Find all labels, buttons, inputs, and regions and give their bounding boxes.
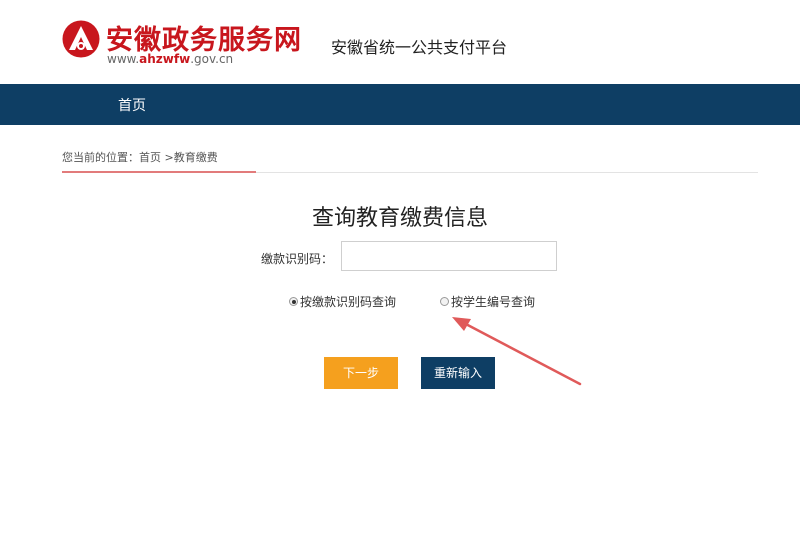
site-url: www.ahzwfw.gov.cn (107, 52, 233, 66)
radio-label: 按缴款识别码查询 (300, 295, 397, 309)
radio-dot-selected[interactable] (289, 297, 298, 306)
nav-home-link[interactable]: 首页 (118, 95, 146, 115)
payment-code-input[interactable] (341, 241, 557, 271)
url-bold: ahzwfw (139, 52, 191, 66)
url-suffix: .gov.cn (190, 52, 234, 66)
code-label: 缴款识别码： (261, 252, 334, 266)
main-nav: 首页 (0, 84, 800, 125)
reset-button[interactable]: 重新输入 (421, 357, 495, 389)
next-step-button[interactable]: 下一步 (324, 357, 398, 389)
site-header: 安徽政务服务网 www.ahzwfw.gov.cn 安徽省统一公共支付平台 (0, 0, 800, 84)
radio-dot-unselected[interactable] (440, 297, 449, 306)
breadcrumb: 您当前的位置：首页 >教育缴费 (62, 151, 218, 164)
radio-by-student-id[interactable]: 按学生编号查询 (440, 293, 535, 310)
radio-by-payment-code[interactable]: 按缴款识别码查询 (289, 293, 396, 310)
logo-icon[interactable] (62, 20, 100, 58)
url-prefix: www. (107, 52, 140, 66)
radio-label: 按学生编号查询 (451, 295, 536, 309)
breadcrumb-divider-accent (62, 171, 256, 173)
platform-title: 安徽省统一公共支付平台 (331, 38, 508, 57)
page-title: 查询教育缴费信息 (311, 206, 488, 231)
